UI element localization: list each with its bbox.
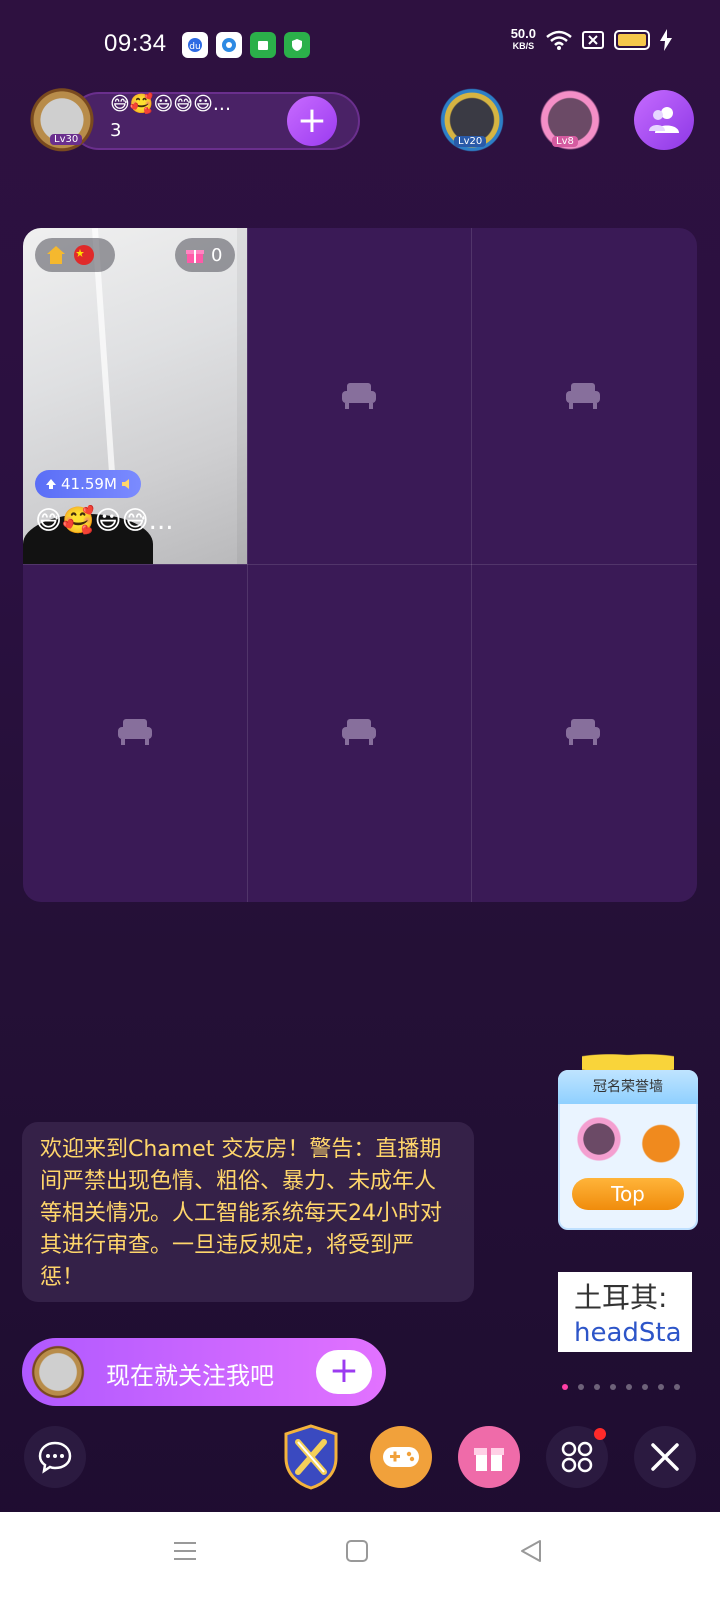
sofa-icon xyxy=(566,383,600,409)
ad-line-2: headSta xyxy=(574,1318,682,1348)
empty-seat-6[interactable] xyxy=(471,564,695,900)
welcome-message: 欢迎来到Chamet 交友房！警告：直播期间严禁出现色情、粗俗、暴力、未成年人等… xyxy=(22,1122,474,1302)
seat-badges xyxy=(35,238,115,272)
status-time: 09:34 xyxy=(104,30,167,57)
home-button-icon[interactable] xyxy=(344,1538,370,1564)
grid-divider xyxy=(23,564,697,565)
store-icon xyxy=(250,32,276,58)
honor-wall-title: 冠名荣誉墙 xyxy=(558,1070,698,1104)
arrow-up-icon xyxy=(46,479,56,489)
seat-grid: 0 41.59M 😅🥰😃😅... xyxy=(23,228,697,902)
honor-top-button[interactable]: Top xyxy=(572,1178,684,1210)
charging-icon xyxy=(660,29,672,51)
china-flag-icon xyxy=(74,245,94,265)
gamepad-icon xyxy=(383,1447,419,1467)
grid-divider xyxy=(247,228,248,902)
honor-avatar xyxy=(572,1112,626,1166)
host-follow-button[interactable]: + xyxy=(287,96,337,146)
chat-button[interactable] xyxy=(24,1426,86,1488)
host-avatar[interactable]: Lv30 xyxy=(20,82,104,166)
svg-text:du: du xyxy=(189,42,200,52)
gift-button[interactable] xyxy=(458,1426,520,1488)
seat-score: 41.59M xyxy=(35,470,141,498)
pk-button[interactable] xyxy=(280,1424,342,1490)
sofa-icon xyxy=(342,383,376,409)
empty-seat-3[interactable] xyxy=(471,228,695,564)
shield-icon xyxy=(284,32,310,58)
battery-icon xyxy=(614,30,650,50)
follow-avatar xyxy=(22,1336,94,1408)
ad-line-1: 土耳其: xyxy=(574,1281,668,1314)
follow-banner[interactable]: 现在就关注我吧 + xyxy=(22,1336,386,1408)
online-users-button[interactable] xyxy=(634,90,694,150)
sofa-icon xyxy=(342,719,376,745)
wifi-icon xyxy=(546,30,572,50)
banner-pagination xyxy=(562,1384,680,1390)
gift-box-icon xyxy=(474,1448,504,1471)
grid-divider xyxy=(471,228,472,902)
seat-1-live[interactable]: 0 41.59M 😅🥰😃😅... xyxy=(23,228,247,564)
more-apps-button[interactable] xyxy=(546,1426,608,1488)
system-navigation-bar xyxy=(0,1512,720,1600)
follow-text: 现在就关注我吧 xyxy=(106,1362,274,1390)
sim-x-icon xyxy=(582,31,604,49)
close-icon xyxy=(651,1443,679,1471)
net-speed: 50.0 KB/S xyxy=(510,26,536,51)
gift-count: 0 xyxy=(211,244,223,266)
ad-banner[interactable]: 土耳其: headSta xyxy=(558,1272,692,1352)
crossed-swords-shield-icon xyxy=(284,1424,338,1490)
viewer-level: Lv20 xyxy=(454,136,487,147)
app-icon xyxy=(216,32,242,58)
notification-dot xyxy=(594,1428,606,1440)
empty-seat-2[interactable] xyxy=(247,228,471,564)
host-count: 3 xyxy=(110,120,122,141)
game-button[interactable] xyxy=(370,1426,432,1488)
home-icon xyxy=(47,246,65,264)
baidu-icon: du xyxy=(182,32,208,58)
gift-icon xyxy=(186,250,204,263)
menu-icon[interactable] xyxy=(172,1538,198,1564)
honor-wall[interactable]: 冠名荣誉墙 Top xyxy=(558,1050,698,1230)
host-name: 😅🥰😃😅😃... xyxy=(110,93,232,115)
speaker-icon xyxy=(121,479,129,489)
close-room-button[interactable] xyxy=(634,1426,696,1488)
chat-bubble-icon xyxy=(38,1441,72,1474)
pumpkin-icon xyxy=(634,1110,688,1166)
empty-seat-4[interactable] xyxy=(23,564,247,900)
apps-grid-icon xyxy=(561,1441,593,1473)
sofa-icon xyxy=(118,719,152,745)
viewer-avatar[interactable]: Lv20 xyxy=(432,80,512,160)
viewer-avatar[interactable]: Lv8 xyxy=(530,80,610,160)
follow-plus-button[interactable]: + xyxy=(316,1350,372,1394)
gift-count-badge: 0 xyxy=(175,238,235,272)
viewer-level: Lv8 xyxy=(552,136,578,147)
users-icon xyxy=(649,107,679,133)
sofa-icon xyxy=(566,719,600,745)
seat-user-name: 😅🥰😃😅... xyxy=(35,506,174,536)
status-bar: 09:34 du 50.0 KB/S xyxy=(0,0,720,90)
back-icon[interactable] xyxy=(518,1538,544,1564)
host-level: Lv30 xyxy=(50,134,83,145)
empty-seat-5[interactable] xyxy=(247,564,471,900)
